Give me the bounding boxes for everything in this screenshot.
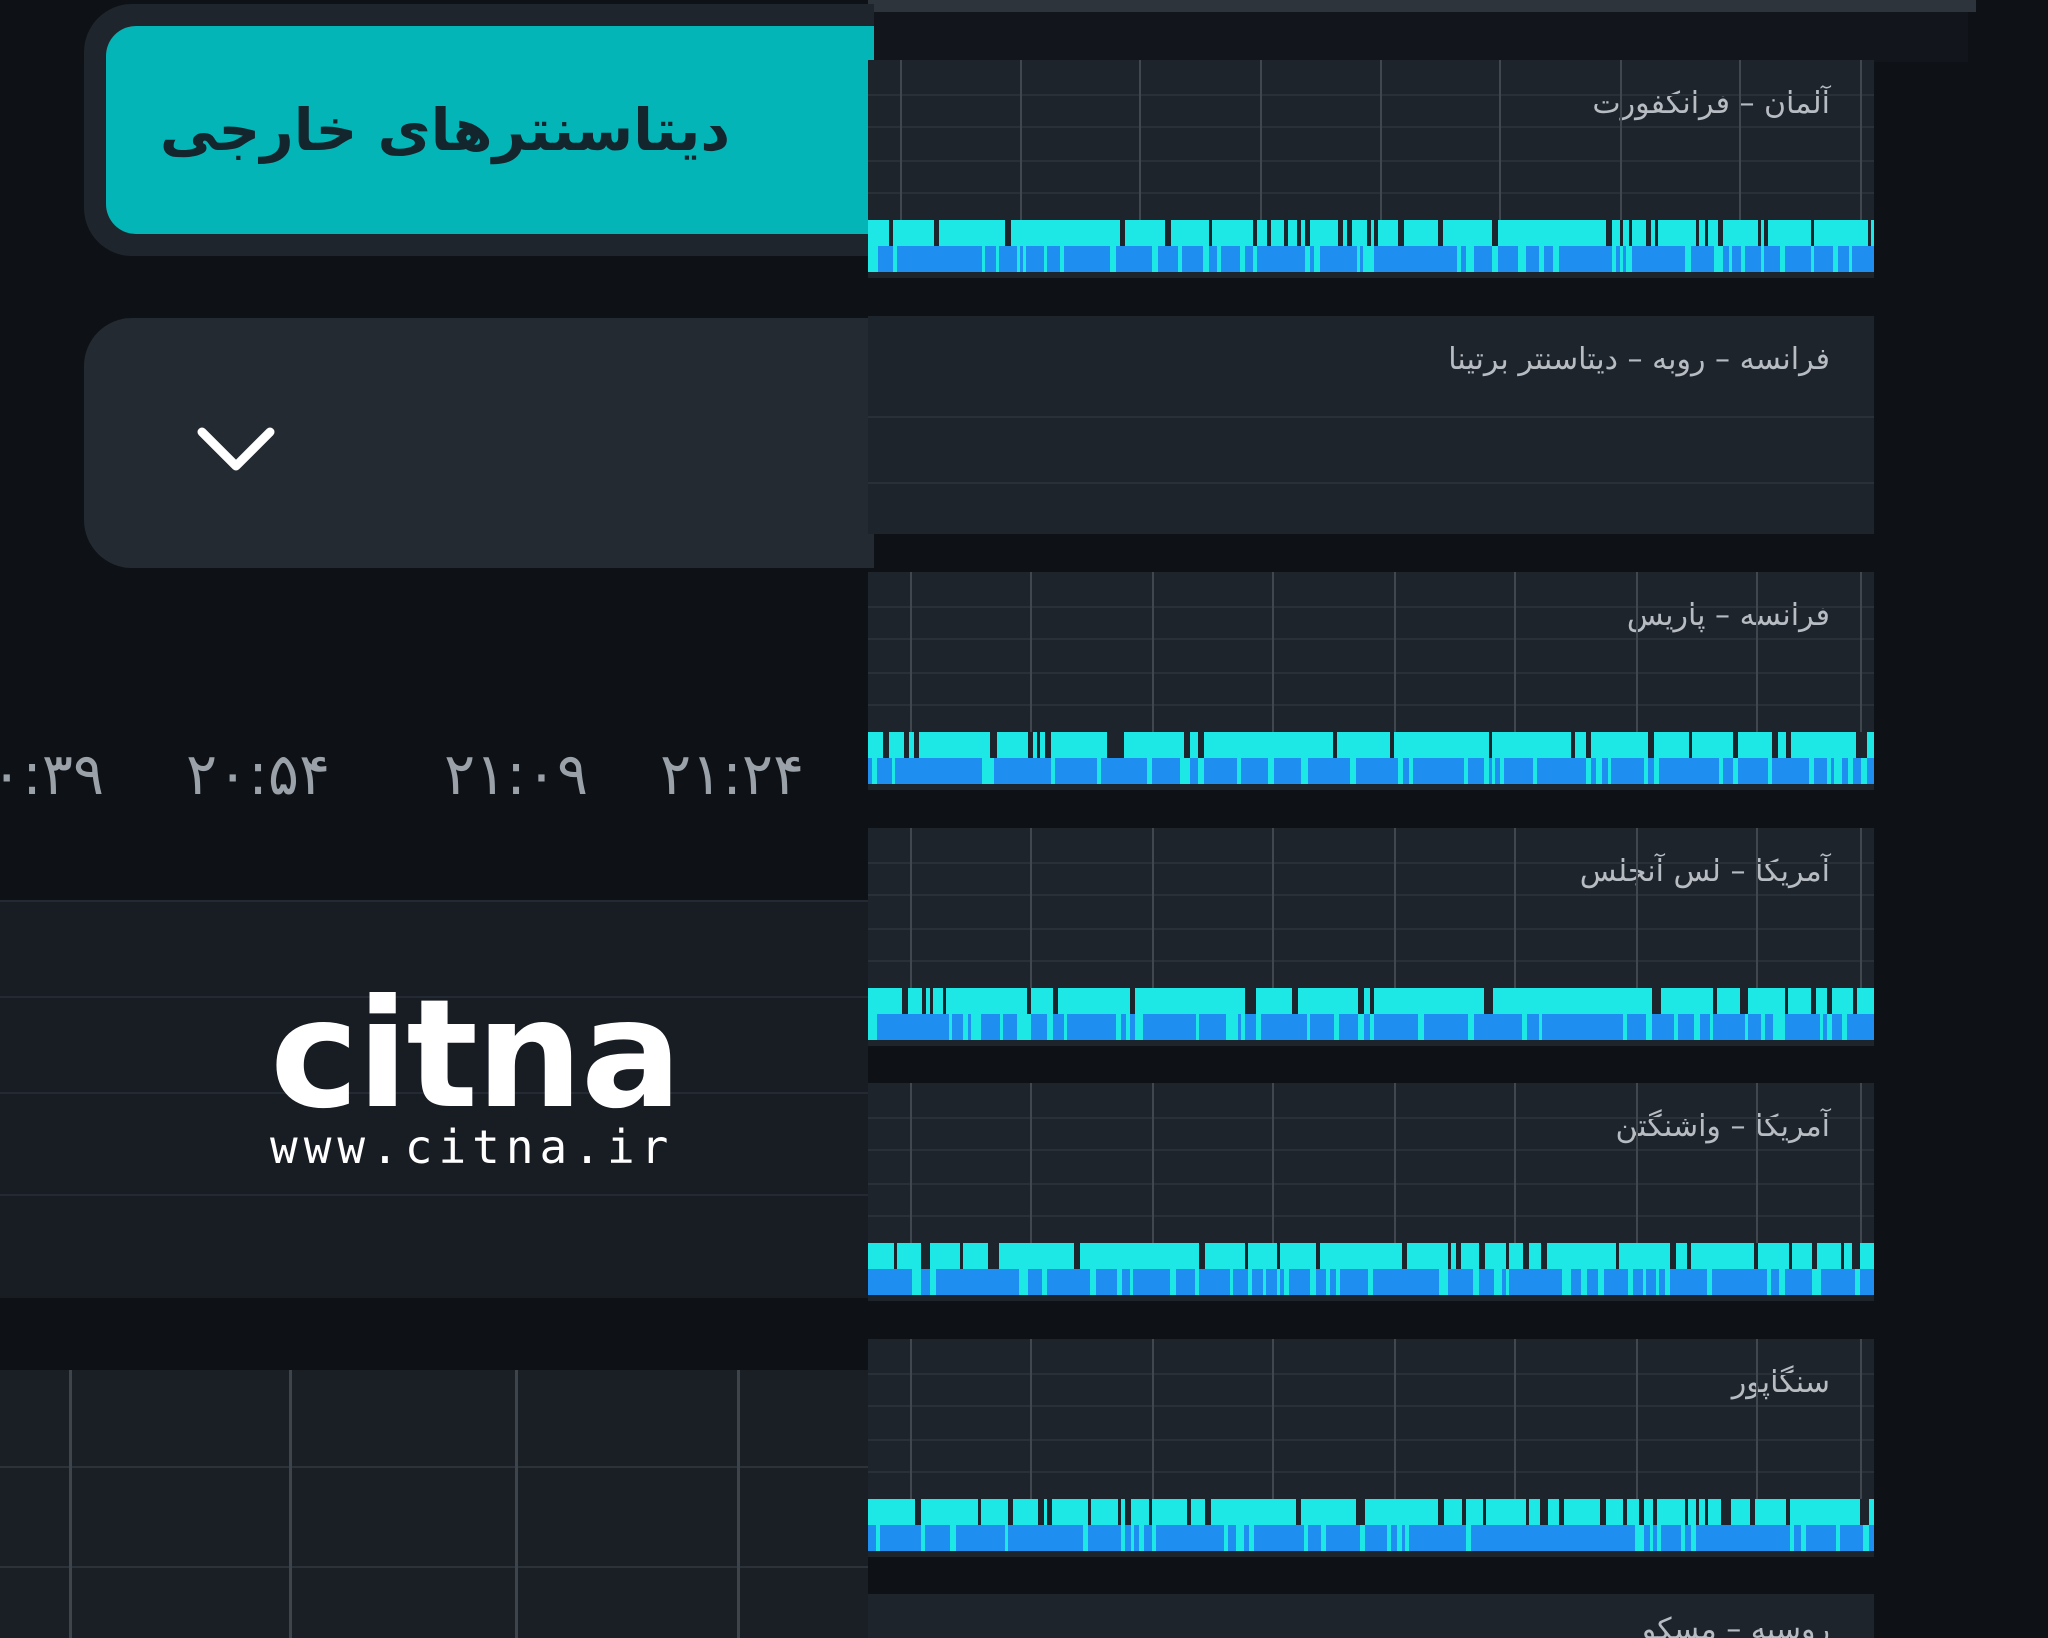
uptime-panel: فرانسه – روبه – دیتاسنتر برتینا bbox=[868, 316, 1874, 534]
top-divider bbox=[868, 0, 1976, 12]
panel-title: فرانسه – روبه – دیتاسنتر برتینا bbox=[1448, 342, 1830, 377]
panel-title: آمریکا – لس آنجلس bbox=[1579, 854, 1830, 889]
uptime-panel: آلمان – فرانکفورت bbox=[868, 60, 1874, 278]
foreign-datacenters-tab[interactable]: دیتاسنترهای خارجی bbox=[106, 26, 874, 234]
time-axis: ۲۰:۳۹ ۲۰:۵۴ ۲۱:۰۹ ۲۱:۲۴ bbox=[0, 740, 868, 830]
time-tick: ۲۱:۰۹ bbox=[444, 740, 589, 808]
panel-title: روسیه – مسکو bbox=[1641, 1612, 1830, 1638]
panel-title: آمریکا – واشنگتن bbox=[1615, 1109, 1830, 1144]
chevron-down-icon[interactable] bbox=[196, 424, 276, 476]
uptime-panel: فرانسه – پاریس bbox=[868, 572, 1874, 790]
panel-title: سنگاپور bbox=[1731, 1365, 1830, 1400]
uptime-bars bbox=[868, 1243, 1874, 1295]
uptime-bars bbox=[868, 732, 1874, 784]
time-tick: ۲۰:۵۴ bbox=[186, 740, 331, 808]
uptime-bars bbox=[868, 1499, 1874, 1551]
uptime-panel: آمریکا – واشنگتن bbox=[868, 1083, 1874, 1301]
panel-title: آلمان – فرانکفورت bbox=[1592, 86, 1830, 121]
foreign-datacenters-label: دیتاسنترهای خارجی bbox=[159, 96, 731, 164]
panel-title: فرانسه – پاریس bbox=[1626, 598, 1830, 633]
top-strip bbox=[868, 12, 1968, 62]
uptime-panel-partial: روسیه – مسکو bbox=[868, 1594, 1874, 1638]
citna-url: www.citna.ir bbox=[270, 1120, 675, 1174]
uptime-bars bbox=[868, 988, 1874, 1040]
time-tick: ۲۱:۲۴ bbox=[660, 740, 805, 808]
uptime-bars bbox=[868, 220, 1874, 272]
time-tick: ۲۰:۳۹ bbox=[0, 740, 105, 808]
citna-logo: citna bbox=[270, 968, 682, 1142]
uptime-panel: آمریکا – لس آنجلس bbox=[868, 828, 1874, 1046]
uptime-panel: سنگاپور bbox=[868, 1339, 1874, 1557]
background-grid bbox=[0, 1370, 868, 1638]
